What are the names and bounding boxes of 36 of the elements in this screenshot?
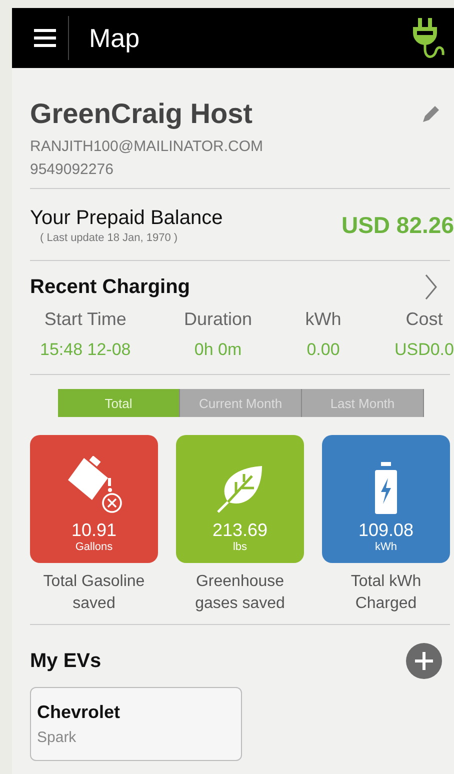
balance-update-date: ( Last update 18 Jan, 1970 ) bbox=[40, 232, 179, 244]
vehicle-card[interactable]: Chevrolet Spark bbox=[30, 687, 242, 762]
charging-value: 15:48 12-08 bbox=[40, 340, 131, 360]
battery-bolt-icon bbox=[374, 462, 398, 514]
stat-caption: Total kWh Charged bbox=[350, 572, 422, 614]
stat-value: 10.91 bbox=[71, 520, 117, 541]
add-icon[interactable] bbox=[406, 643, 442, 680]
column-heading: Duration bbox=[184, 309, 252, 330]
stat-caption: Greenhouse gases saved bbox=[194, 572, 286, 614]
charging-value: USD0.0 bbox=[394, 340, 454, 360]
edit-icon[interactable] bbox=[420, 103, 442, 125]
stat-value: 109.08 bbox=[358, 520, 414, 541]
stat-unit: kWh bbox=[375, 541, 397, 553]
period-tab[interactable]: Total bbox=[58, 389, 180, 417]
column-heading: kWh bbox=[305, 309, 342, 330]
vehicle-model: Spark bbox=[37, 729, 78, 746]
section-title: Recent Charging bbox=[30, 276, 190, 298]
charging-value: 0h 0m bbox=[194, 340, 242, 360]
profile-phone: 9549092276 bbox=[30, 161, 114, 178]
charging-value: 0.00 bbox=[306, 340, 340, 360]
header-title: Map bbox=[89, 22, 141, 54]
stat-caption: Total Gasoline saved bbox=[42, 572, 146, 614]
column-heading: Cost bbox=[406, 309, 443, 330]
stat-value: 213.69 bbox=[212, 520, 268, 541]
column-heading: Start Time bbox=[44, 309, 126, 330]
plug-icon[interactable] bbox=[412, 17, 446, 59]
profile-email: RANJITH100@MAILINATOR.COM bbox=[30, 138, 264, 155]
chevron-right-icon[interactable] bbox=[424, 273, 438, 301]
section-title: My EVs bbox=[30, 650, 102, 673]
stat-unit: Gallons bbox=[75, 541, 113, 553]
profile-name: GreenCraig Host bbox=[30, 98, 252, 130]
stat-unit: lbs bbox=[232, 541, 248, 553]
vehicle-make: Chevrolet bbox=[37, 702, 122, 724]
balance-amount: USD 82.26 bbox=[341, 212, 454, 239]
menu-icon[interactable] bbox=[34, 28, 56, 48]
balance-label: Your Prepaid Balance bbox=[30, 207, 223, 230]
